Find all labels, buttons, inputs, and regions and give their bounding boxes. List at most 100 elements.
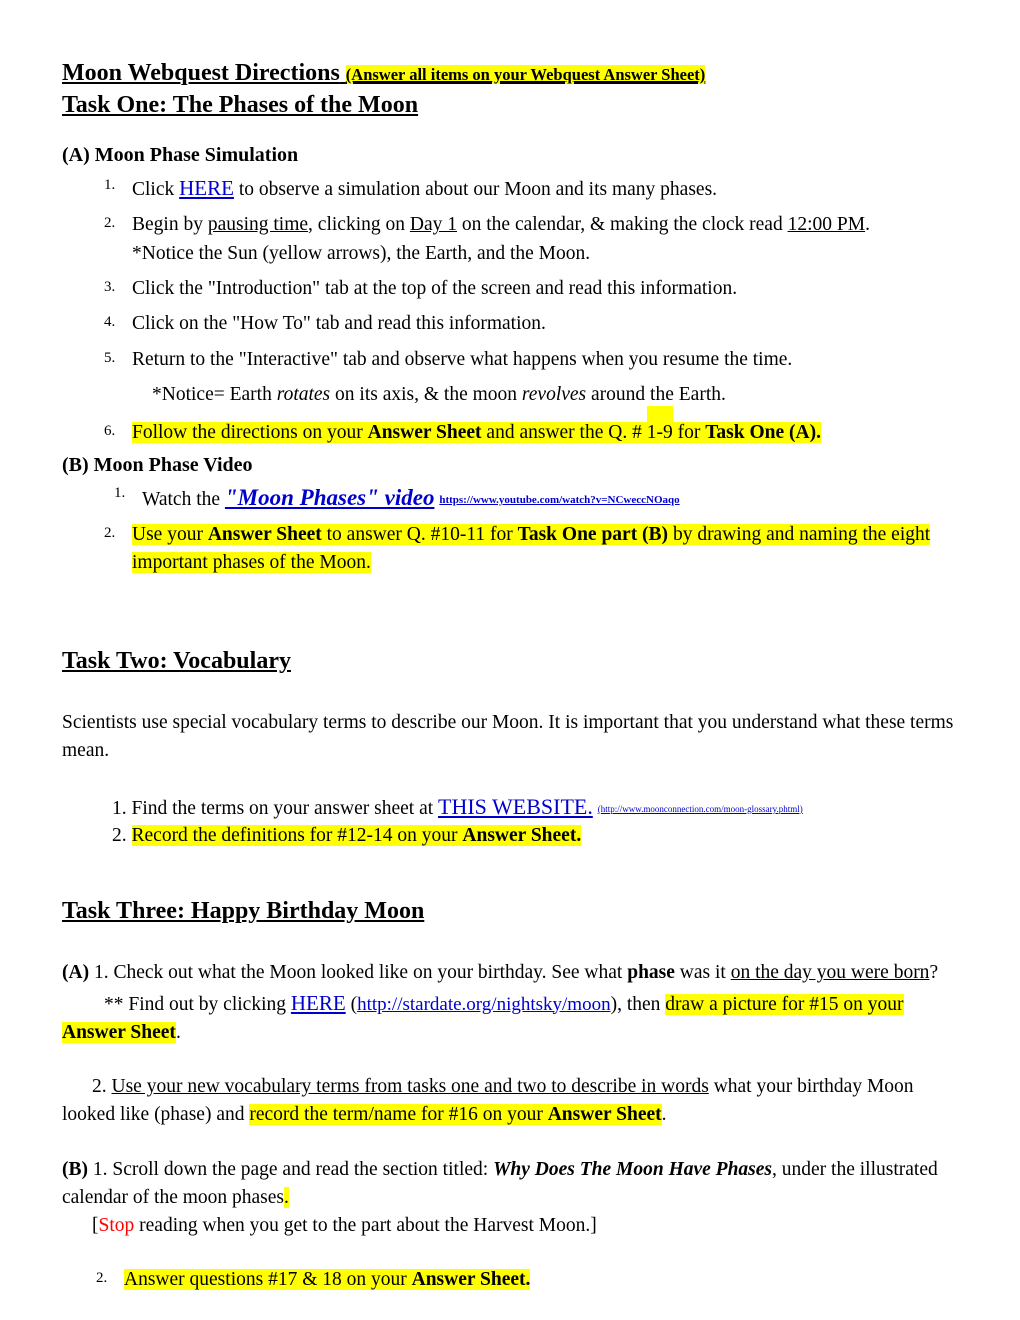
task-three-part-a-item1: (A) 1. Check out what the Moon looked li…: [62, 959, 958, 987]
notice-mid: on its axis, & the moon: [330, 383, 522, 405]
task-two-heading: Task Two: Vocabulary: [62, 648, 291, 675]
t3b-seg1: 1. Scroll down the page and read the sec…: [88, 1158, 494, 1180]
bold-task-one-a: Task One (A).: [705, 422, 821, 444]
list-item: 2. Record the definitions for #12-14 on …: [112, 822, 958, 850]
t3a-end: .: [175, 1021, 181, 1043]
t3a-seg3: ?: [929, 962, 939, 984]
document-page: Moon Webquest Directions (Answer all ite…: [0, 0, 1020, 1320]
list-item: 1. Find the terms on your answer sheet a…: [112, 791, 958, 823]
highlighted-record-term-name: record the term/name for #16 on your Ans…: [249, 1104, 662, 1126]
list-item-number: 2.: [92, 1076, 107, 1098]
here-link-stardate[interactable]: HERE: [291, 991, 346, 1015]
underlined-day-1: Day 1: [409, 214, 457, 236]
step6-seg3: for: [672, 422, 706, 444]
t3b2-seg1: Answer questions #17 & 18 on your: [124, 1269, 412, 1291]
bold-answer-sheet: Answer Sheet: [367, 422, 482, 444]
bold-answer-sheet: Answer Sheet.: [411, 1269, 531, 1291]
list-item: 5. Return to the "Interactive" tab and o…: [62, 346, 958, 374]
bold-task-one-part-b: Task One part (B): [517, 523, 669, 545]
task-one-part-a-heading: (A) Moon Phase Simulation: [62, 144, 299, 167]
list-item-number: 5.: [104, 349, 116, 366]
t3a-seg1: 1. Check out what the Moon looked like o…: [89, 962, 628, 984]
moonconnection-url-link[interactable]: (http://www.moonconnection.com/moon-glos…: [598, 804, 803, 814]
underlined-clock-time: 12:00 PM: [787, 214, 866, 236]
highlighted-answer-questions: Answer questions #17 & 18 on your Answer…: [124, 1269, 531, 1291]
highlighted-task-two-item2: Record the definitions for #12-14 on you…: [131, 825, 582, 847]
doc-title-subtitle: (Answer all items on your Webquest Answe…: [345, 65, 706, 84]
bold-answer-sheet: Answer Sheet: [547, 1104, 662, 1126]
list-item: 2. Begin by pausing time, clicking on Da…: [62, 211, 958, 268]
step6-seg1: Follow the directions on your: [132, 422, 368, 444]
notice-rotates-revolves: *Notice= Earth rotates on its axis, & th…: [152, 381, 958, 409]
list-item: 2. Use your Answer Sheet to answer Q. #1…: [62, 521, 958, 578]
step-text-post: to observe a simulation about our Moon a…: [233, 179, 718, 201]
list-item: 6. Follow the directions on your Answer …: [62, 406, 958, 447]
bold-phase: phase: [627, 962, 675, 984]
italic-rotates: rotates: [276, 383, 331, 405]
moon-phases-video-link[interactable]: "Moon Phases" video: [225, 485, 435, 510]
step-text-seg4: .: [865, 214, 870, 236]
bolditalic-why-does-the-moon-have-phases: Why Does The Moon Have Phases: [493, 1158, 773, 1180]
list-item-number: 3.: [104, 278, 116, 295]
t3a-hl1: draw a picture for #15 on your: [665, 993, 904, 1015]
task-three-stop-note: [Stop reading when you get to the part a…: [62, 1212, 958, 1240]
t3a2-hl1: record the term/name for #16 on your: [249, 1104, 548, 1126]
this-website-link[interactable]: THIS WEBSITE.: [438, 794, 593, 819]
task-one-part-b-step2-list: 2. Use your Answer Sheet to answer Q. #1…: [62, 521, 958, 578]
underlined-on-the-day-you-were-born: on the day you were born: [730, 962, 930, 984]
underlined-use-your-new-vocab: Use your new vocabulary terms from tasks…: [111, 1076, 709, 1098]
t3a-findout-pre: ** Find out by clicking: [104, 993, 291, 1015]
list-item-number: 1.: [112, 797, 127, 819]
label-part-a: (A): [62, 962, 90, 984]
list-item-number: 1.: [114, 485, 126, 502]
bold-answer-sheet: Answer Sheet.: [462, 825, 582, 847]
step-text-seg2: , clicking on: [308, 214, 410, 236]
list-item-number: 6.: [104, 423, 116, 440]
t3a-url-open: (: [345, 993, 358, 1015]
stardate-url-link[interactable]: http://stardate.org/nightsky/moon: [357, 994, 611, 1015]
watch-text-pre: Watch the: [142, 489, 225, 511]
label-part-b: (B): [62, 1158, 88, 1180]
t3a-url-close: ), then: [610, 993, 666, 1015]
step-text-line2: *Notice the Sun (yellow arrows), the Ear…: [132, 242, 591, 264]
step6-seg2: and answer the Q. #: [481, 422, 647, 444]
t3a-seg2: was it: [674, 962, 731, 984]
step2-seg2: to answer Q. #10-11 for: [321, 523, 518, 545]
task-one-part-b-list: 1. Watch the "Moon Phases" video https:/…: [62, 481, 958, 514]
youtube-url-link[interactable]: https://www.youtube.com/watch?v=NCweccNO…: [439, 494, 679, 506]
list-item-number: 1.: [104, 177, 116, 194]
here-link-simulation[interactable]: HERE: [179, 176, 234, 200]
list-item: 1. Watch the "Moon Phases" video https:/…: [62, 481, 958, 514]
task-three-part-a-findout: ** Find out by clicking HERE (http://sta…: [62, 988, 958, 1048]
page-title: Moon Webquest Directions (Answer all ite…: [62, 58, 958, 88]
doc-title-main: Moon Webquest Directions: [62, 60, 340, 86]
task-two-list: 1. Find the terms on your answer sheet a…: [112, 791, 958, 850]
task-two-heading-wrap: Task Two: Vocabulary: [62, 646, 958, 677]
list-item-number: 2.: [104, 524, 116, 541]
task-two-intro: Scientists use special vocabulary terms …: [62, 712, 954, 762]
task-one-heading-wrap: Task One: The Phases of the Moon: [62, 90, 958, 121]
step-text-pre: Click: [132, 179, 180, 201]
task-two-item1-pre: Find the terms on your answer sheet at: [131, 797, 439, 819]
stop-rest: reading when you get to the part about t…: [134, 1215, 597, 1237]
list-item: 4. Click on the "How To" tab and read th…: [62, 310, 958, 338]
task-three-part-b-item1: (B) 1. Scroll down the page and read the…: [62, 1156, 958, 1213]
step2-seg1: Use your: [132, 523, 208, 545]
bold-answer-sheet: Answer Sheet: [207, 523, 322, 545]
task-three-heading-wrap: Task Three: Happy Birthday Moon: [62, 896, 958, 927]
step-text-seg1: Begin by: [132, 214, 208, 236]
task-one-step6-list: 6. Follow the directions on your Answer …: [62, 406, 958, 447]
notice-post: around the Earth.: [586, 383, 726, 405]
task-two-item2-seg1: Record the definitions for #12-14 on you…: [131, 825, 463, 847]
italic-revolves: revolves: [521, 383, 587, 405]
list-item: 3. Click the "Introduction" tab at the t…: [62, 275, 958, 303]
highlighted-step6: Follow the directions on your Answer She…: [132, 406, 821, 444]
step-text: Return to the "Interactive" tab and obse…: [132, 348, 793, 370]
step-text-seg3: on the calendar, & making the clock read: [457, 214, 788, 236]
